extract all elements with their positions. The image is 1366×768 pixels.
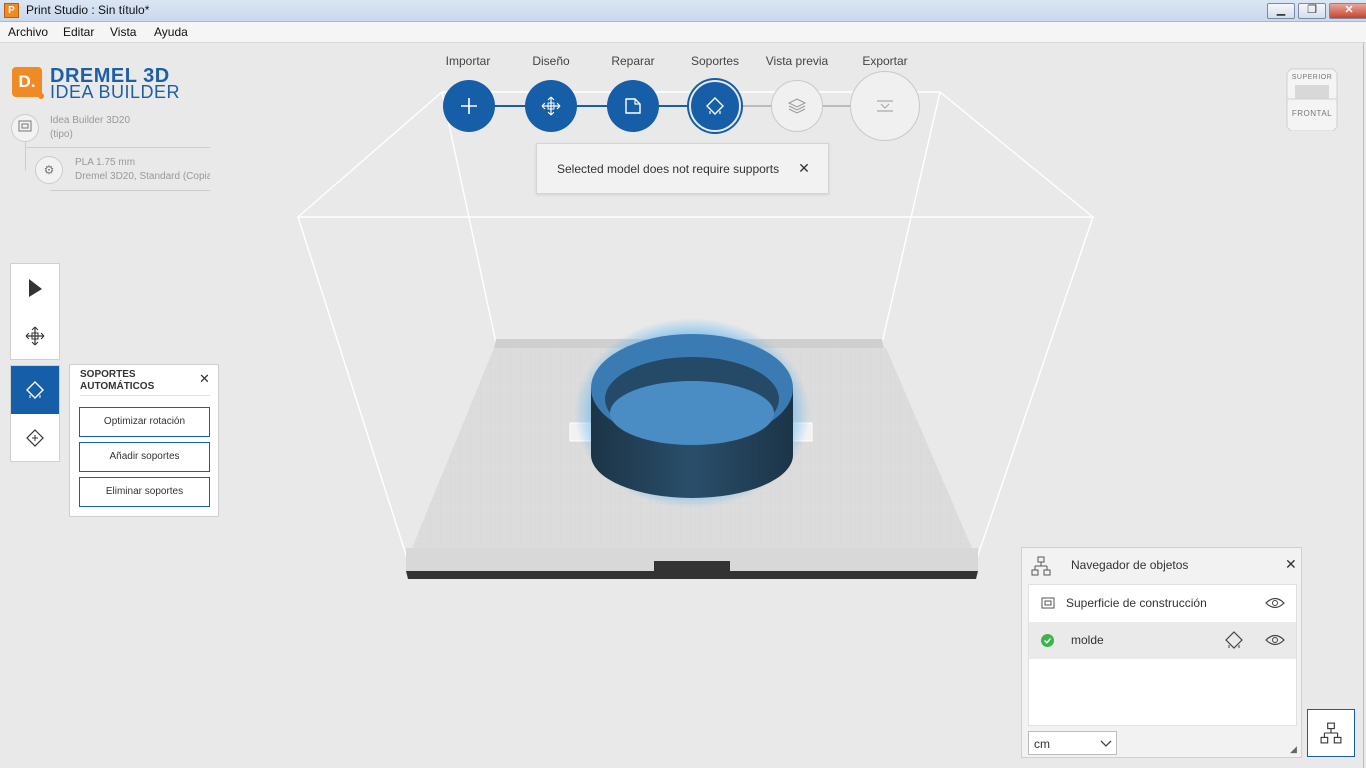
viewport-3d[interactable]: D. DREMEL 3D IDEA BUILDER Idea Builder 3… <box>0 43 1366 768</box>
printer-type: (tipo) <box>50 129 73 140</box>
hierarchy-icon <box>1031 556 1051 576</box>
menu-editar[interactable]: Editar <box>63 25 94 39</box>
view-cube-top-label[interactable]: SUPERIOR <box>1285 74 1339 81</box>
selection-tool-panel <box>10 263 60 360</box>
auto-supports-panel: SOPORTES AUTOMÁTICOS ✕ Optimizar rotació… <box>69 364 219 517</box>
window-title: Print Studio : Sin título* <box>26 3 150 17</box>
close-window-button[interactable]: ✕ <box>1329 3 1366 19</box>
logo-dot <box>38 93 44 99</box>
move-icon <box>25 326 45 346</box>
model-molde[interactable] <box>574 318 810 508</box>
check-ok-icon <box>1041 634 1054 647</box>
material-profile: Dremel 3D20, Standard (Copia <box>75 171 210 182</box>
step-label-vista-previa: Vista previa <box>765 54 829 68</box>
export-icon <box>877 100 893 112</box>
step-label-importar: Importar <box>445 54 491 68</box>
unit-value: cm <box>1034 737 1050 751</box>
move-icon <box>541 96 561 116</box>
eye-icon[interactable] <box>1265 596 1285 610</box>
divider <box>80 395 210 396</box>
step-exportar-button[interactable] <box>850 71 920 141</box>
step-soportes-button[interactable] <box>689 80 741 132</box>
divider <box>25 147 210 148</box>
repair-icon <box>625 98 641 114</box>
object-label: Superficie de construcción <box>1066 596 1207 610</box>
step-vista-previa-button[interactable] <box>771 80 823 132</box>
optimize-rotation-button[interactable]: Optimizar rotación <box>79 407 210 437</box>
support-notification: Selected model does not require supports… <box>536 143 829 194</box>
plus-icon <box>461 98 477 114</box>
manual-supports-tool-button[interactable] <box>11 414 59 462</box>
step-label-reparar: Reparar <box>611 54 655 68</box>
supports-icon <box>706 97 724 115</box>
object-navigator-panel: Navegador de objetos ✕ Superficie de con… <box>1021 547 1302 758</box>
move-tool-button[interactable] <box>11 312 59 360</box>
panel-title: SOPORTES AUTOMÁTICOS <box>80 369 155 392</box>
printer-icon[interactable] <box>11 114 39 142</box>
resize-grip-icon[interactable]: ◢ <box>1290 744 1297 755</box>
view-cube[interactable]: SUPERIOR FRONTAL <box>1285 67 1339 132</box>
restore-button[interactable]: ❐ <box>1298 3 1326 19</box>
add-supports-button[interactable]: Añadir soportes <box>79 442 210 472</box>
add-support-icon <box>26 429 44 447</box>
window-titlebar: P Print Studio : Sin título* ▁ ❐ ✕ <box>0 0 1366 22</box>
printer-name[interactable]: Idea Builder 3D20 <box>50 114 130 128</box>
logo-mark: D. <box>12 67 42 97</box>
step-label-soportes: Soportes <box>690 54 740 68</box>
step-label-diseno: Diseño <box>532 54 570 68</box>
step-diseno-button[interactable] <box>525 80 577 132</box>
app-icon: P <box>4 3 19 18</box>
divider <box>50 190 210 191</box>
list-item-build-surface[interactable]: Superficie de construcción <box>1029 585 1296 622</box>
panel-close-icon[interactable]: ✕ <box>199 371 210 387</box>
layers-icon <box>787 98 807 114</box>
eye-icon[interactable] <box>1265 633 1285 647</box>
unit-select[interactable]: cm <box>1028 731 1117 755</box>
gear-icon[interactable]: ⚙ <box>35 156 63 184</box>
menu-ayuda[interactable]: Ayuda <box>154 25 188 39</box>
object-navigator-toggle-button[interactable] <box>1307 709 1355 757</box>
pointer-icon <box>29 279 42 297</box>
navigator-close-icon[interactable]: ✕ <box>1285 556 1297 573</box>
supports-icon <box>26 381 44 399</box>
chevron-down-icon <box>1100 740 1112 747</box>
step-label-exportar: Exportar <box>862 54 908 68</box>
build-plate-icon <box>1041 597 1055 609</box>
object-label: molde <box>1071 633 1104 647</box>
navigator-title: Navegador de objetos <box>1071 558 1189 572</box>
notification-close-icon[interactable]: ✕ <box>796 160 812 177</box>
notification-message: Selected model does not require supports <box>557 162 780 176</box>
menu-archivo[interactable]: Archivo <box>8 25 48 39</box>
select-tool-button[interactable] <box>11 264 59 312</box>
step-importar-button[interactable] <box>443 80 495 132</box>
minimize-button[interactable]: ▁ <box>1267 3 1295 19</box>
supports-tool-panel <box>10 365 60 462</box>
hierarchy-icon <box>1320 722 1342 744</box>
supports-icon[interactable] <box>1225 631 1243 649</box>
logo-line2: IDEA BUILDER <box>50 82 181 102</box>
step-reparar-button[interactable] <box>607 80 659 132</box>
auto-supports-tool-button[interactable] <box>11 366 59 414</box>
list-item-molde[interactable]: molde <box>1029 622 1296 659</box>
view-cube-front-label[interactable]: FRONTAL <box>1285 109 1339 118</box>
menu-bar: Archivo Editar Vista Ayuda <box>0 22 1366 43</box>
object-list: Superficie de construcción molde <box>1028 584 1297 726</box>
remove-supports-button[interactable]: Eliminar soportes <box>79 477 210 507</box>
material-name[interactable]: PLA 1.75 mm <box>75 156 135 170</box>
menu-vista[interactable]: Vista <box>110 25 136 39</box>
